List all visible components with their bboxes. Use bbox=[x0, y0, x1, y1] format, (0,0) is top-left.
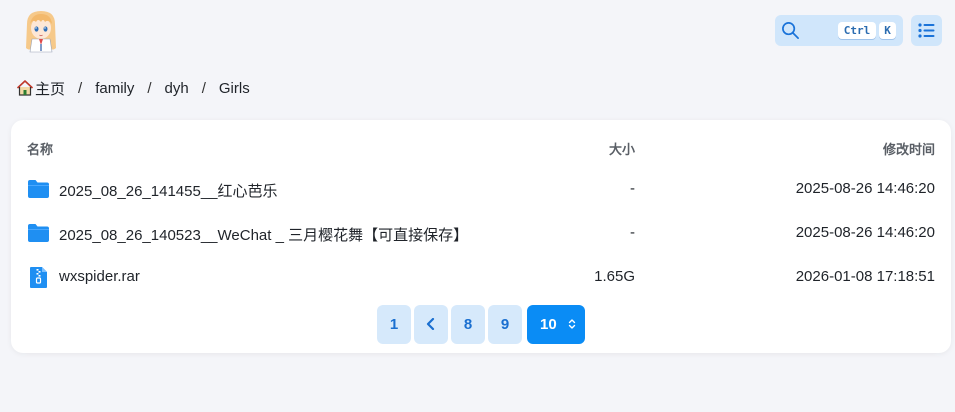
home-icon bbox=[16, 80, 34, 96]
list-icon bbox=[918, 23, 935, 38]
search-icon bbox=[782, 22, 799, 39]
page-8-button[interactable]: 8 bbox=[451, 305, 485, 344]
file-modified: 2025-08-26 14:46:20 bbox=[795, 224, 935, 241]
column-header-modified[interactable]: 修改时间 bbox=[883, 139, 935, 158]
header: Ctrl K bbox=[0, 0, 955, 64]
column-header-name[interactable]: 名称 bbox=[27, 139, 53, 158]
breadcrumb-separator: / bbox=[201, 79, 206, 97]
file-row[interactable]: 2025_08_26_140523__WeChat _ 三月樱花舞【可直接保存】… bbox=[11, 213, 951, 253]
file-size: 1.65G bbox=[594, 268, 635, 285]
file-size: - bbox=[630, 180, 635, 197]
anime-girl-logo[interactable] bbox=[22, 8, 60, 54]
breadcrumb: 主页 / family / dyh / Girls bbox=[16, 77, 250, 99]
breadcrumb-item-dyh[interactable]: dyh bbox=[165, 80, 189, 97]
breadcrumb-home[interactable]: 主页 bbox=[16, 78, 65, 99]
folder-icon bbox=[28, 180, 49, 198]
file-modified: 2025-08-26 14:46:20 bbox=[795, 180, 935, 197]
search-button[interactable]: Ctrl K bbox=[775, 15, 903, 46]
chevron-left-icon bbox=[426, 317, 435, 331]
breadcrumb-item-family[interactable]: family bbox=[95, 80, 134, 97]
breadcrumb-separator: / bbox=[147, 79, 152, 97]
page-first-button[interactable]: 1 bbox=[377, 305, 411, 344]
shortcut-key-ctrl: Ctrl bbox=[838, 22, 876, 39]
column-header-size[interactable]: 大小 bbox=[609, 139, 635, 158]
current-page-label: 10 bbox=[540, 316, 557, 333]
breadcrumb-separator: / bbox=[78, 79, 83, 97]
folder-icon bbox=[28, 224, 49, 242]
file-row[interactable]: 2025_08_26_141455__红心芭乐 - 2025-08-26 14:… bbox=[11, 169, 951, 209]
page-prev-button[interactable] bbox=[414, 305, 448, 344]
file-row[interactable]: wxspider.rar 1.65G 2026-01-08 17:18:51 bbox=[11, 257, 951, 297]
breadcrumb-home-label: 主页 bbox=[35, 80, 66, 98]
file-modified: 2026-01-08 17:18:51 bbox=[795, 268, 935, 285]
file-name: 2025_08_26_140523__WeChat _ 三月樱花舞【可直接保存】 bbox=[59, 227, 469, 244]
file-size: - bbox=[630, 224, 635, 241]
file-list: 名称 大小 修改时间 2025_08_26_141455__红心芭乐 - 202… bbox=[11, 120, 951, 353]
file-name: wxspider.rar bbox=[59, 268, 140, 285]
breadcrumb-item-girls[interactable]: Girls bbox=[219, 80, 250, 97]
file-name: 2025_08_26_141455__红心芭乐 bbox=[59, 183, 278, 200]
list-view-menu-button[interactable] bbox=[911, 15, 942, 46]
page-9-button[interactable]: 9 bbox=[488, 305, 522, 344]
archive-file-icon bbox=[30, 267, 47, 288]
shortcut-key-k: K bbox=[879, 22, 896, 39]
chevron-up-down-icon bbox=[568, 319, 576, 329]
page-current-select[interactable]: 10 bbox=[527, 305, 585, 344]
